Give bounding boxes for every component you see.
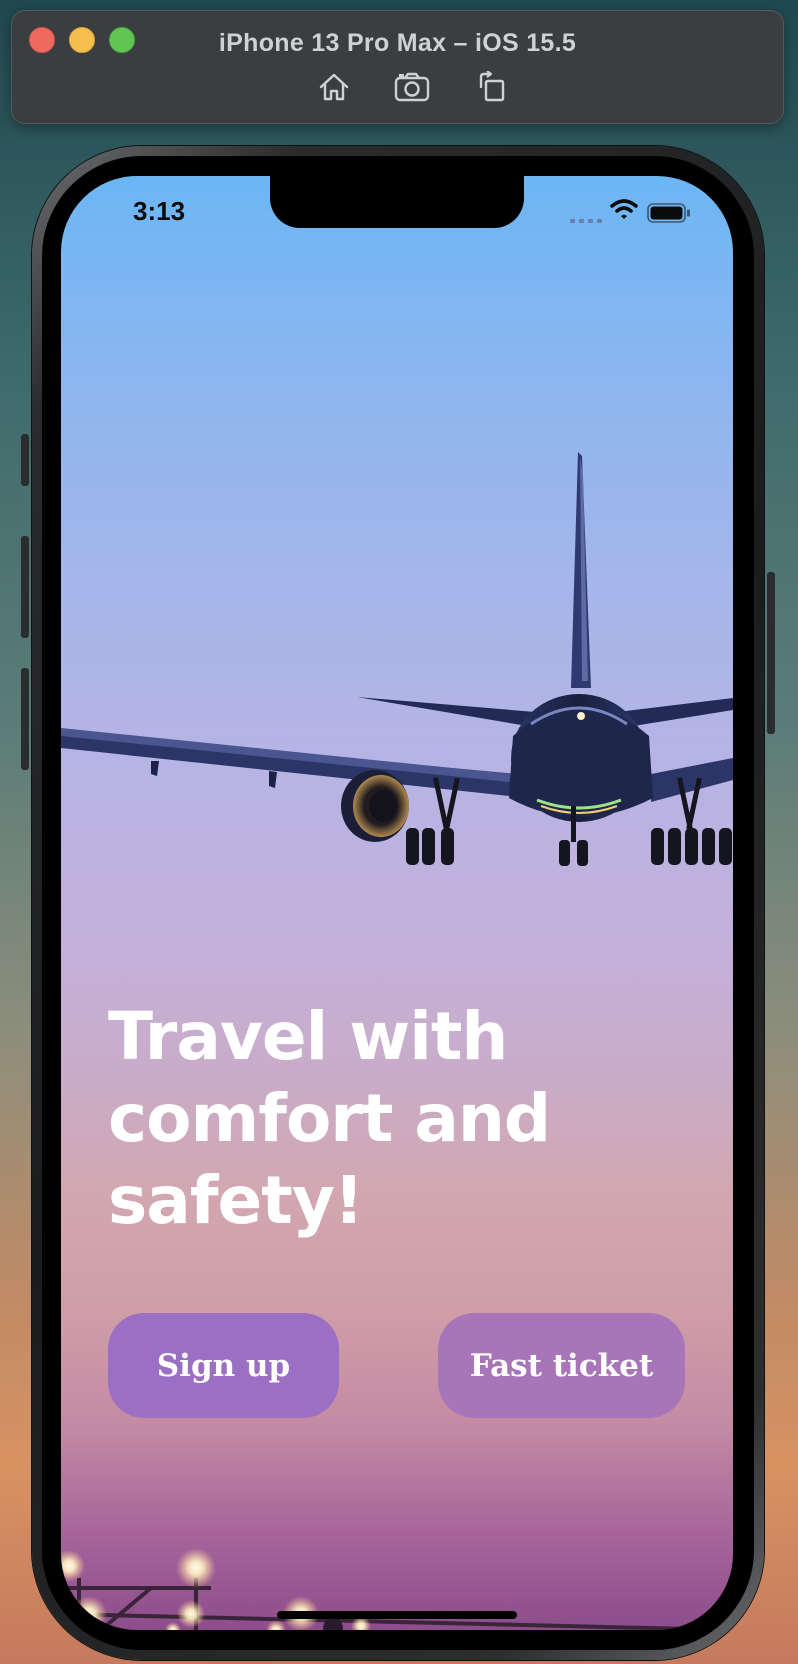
headline-line-1: Travel with bbox=[108, 998, 508, 1075]
battery-icon bbox=[647, 203, 690, 223]
camera-icon bbox=[394, 72, 430, 102]
rotate-icon bbox=[479, 71, 505, 102]
volume-down-button bbox=[21, 668, 29, 770]
rotate-button[interactable] bbox=[472, 67, 512, 107]
sign-up-button[interactable]: Sign up bbox=[108, 1313, 339, 1418]
app-screen: 3:13 Travel with comfort and safety! Sig… bbox=[61, 176, 733, 1630]
status-time: 3:13 bbox=[133, 196, 186, 226]
home-icon bbox=[319, 73, 349, 101]
simulator-titlebar: iPhone 13 Pro Max – iOS 15.5 bbox=[11, 10, 784, 124]
home-button[interactable] bbox=[314, 67, 354, 107]
mute-switch bbox=[21, 434, 29, 486]
headline-line-3: safety! bbox=[108, 1162, 364, 1239]
runway-lights-image bbox=[61, 1548, 733, 1630]
airplane-image bbox=[61, 452, 733, 866]
wifi-icon bbox=[610, 199, 638, 219]
volume-up-button bbox=[21, 536, 29, 638]
power-button bbox=[767, 572, 775, 734]
notch bbox=[270, 176, 524, 228]
fast-ticket-button[interactable]: Fast ticket bbox=[438, 1313, 685, 1418]
simulator-title: iPhone 13 Pro Max – iOS 15.5 bbox=[218, 29, 577, 57]
headline-line-2: comfort and bbox=[108, 1080, 551, 1157]
cellular-signal-icon bbox=[570, 219, 602, 223]
hero-headline: Travel with comfort and safety! bbox=[108, 996, 668, 1242]
screenshot-button[interactable] bbox=[392, 67, 432, 107]
home-indicator[interactable] bbox=[277, 1611, 517, 1619]
